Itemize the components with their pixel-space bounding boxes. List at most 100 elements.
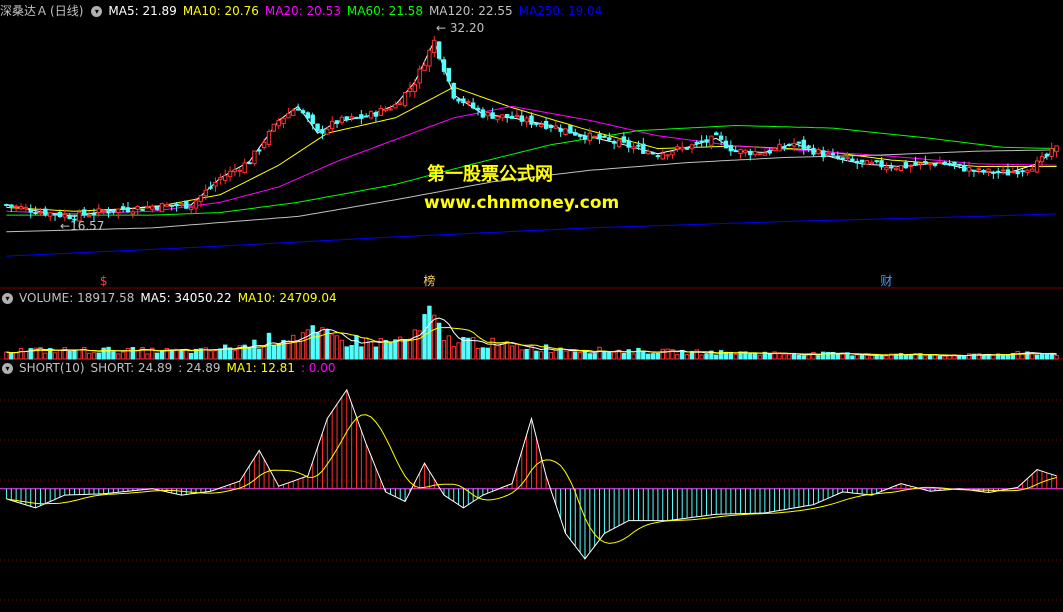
candle-body [636,144,641,147]
volume-bar [446,335,452,360]
candle [889,162,894,172]
volume-bar [879,354,884,360]
candle [1049,142,1054,161]
volume-bar [660,348,665,360]
candle-body [947,162,952,166]
volume-bar [597,346,602,360]
stock-name[interactable]: 深桑达Ａ [0,4,48,18]
short-legend-2: : 24.89 [178,361,221,375]
candle-body [655,155,661,158]
candle-body [1044,153,1050,157]
candle [991,170,996,179]
candle-body [432,39,437,54]
candle-body [193,200,199,209]
candle-body [271,123,277,132]
candle [43,206,48,217]
candle-body [704,139,709,143]
candle [1054,145,1059,158]
volume-bar [300,332,306,360]
candle-body [1030,168,1035,172]
volume-bar [4,351,9,360]
candle [825,149,831,157]
candle-body [43,208,48,216]
candle [558,124,563,137]
candle-body [412,84,418,92]
candle-body [388,108,393,111]
volume-bar [359,346,364,360]
short-header: ▾ SHORT(10) SHORT: 24.89: 24.89 MA1: 12.81:… [0,360,348,376]
candle-body [417,68,422,84]
candle-body [752,151,758,156]
candle [407,82,413,98]
volume-bar [563,350,568,360]
candle [500,114,505,122]
candle-body [568,125,573,134]
candle [451,82,456,101]
volume-bar [548,351,554,360]
candle-body [169,204,174,207]
candle-body [850,158,855,162]
volume-bar [52,352,58,360]
candle-body [869,161,875,165]
candle-body [18,206,24,210]
candle-body [991,171,996,174]
candle-body [475,107,481,111]
volume-bar [957,355,962,360]
candle [446,67,452,84]
candle-body [957,163,962,166]
candle [767,148,772,156]
candle-body [436,41,442,59]
candle [436,41,442,61]
candle-body [57,212,63,217]
volume-bar [1000,354,1006,360]
volume-bar [466,337,471,360]
candle [850,156,855,162]
candle [898,165,904,172]
candle-body [772,147,777,152]
candle [918,162,923,170]
candle-body [130,211,136,215]
candle-body [981,169,986,173]
candle-body [913,162,918,166]
volume-bar [602,351,607,360]
candle-body [310,114,315,125]
volume-bar [334,335,340,360]
candle [816,147,821,155]
candle-body [626,140,631,148]
candle [655,153,661,160]
candle [412,79,418,98]
candle [821,146,826,162]
chevron-down-icon[interactable]: ▾ [2,363,13,374]
volume-header: ▾ VOLUME: 18917.58 MA5: 34050.22 MA10: 2470… [0,290,349,306]
candle-body [728,145,734,152]
chevron-down-icon[interactable]: ▾ [91,6,103,17]
candle-body [908,165,913,168]
candle [621,132,627,144]
volume-bar [1039,353,1045,360]
candle [1005,163,1011,176]
volume-bar [704,353,709,360]
candle-body [4,203,9,206]
candle [475,105,481,116]
candle-body [558,128,563,132]
candle-body [446,67,452,82]
candle [422,61,427,71]
candle [286,107,291,119]
ma-legend-0: MA5: 21.89 [108,4,177,18]
volume-bar [480,347,486,360]
period-label[interactable]: (日线) [50,4,83,18]
ma-legend-5: MA250: 19.04 [518,4,603,18]
ma-legend-2: MA20: 20.53 [264,4,341,18]
volume-bar [553,349,559,360]
candle-body [777,143,782,152]
chevron-down-icon[interactable]: ▾ [2,293,13,304]
candle-body [368,111,374,119]
candle [271,123,277,133]
candle-body [587,132,593,141]
candle-body [1015,170,1020,175]
candle [777,139,782,152]
volume-bar [665,348,670,360]
candle-body [1010,171,1016,174]
candle-body [645,150,651,155]
candle-body [680,146,685,150]
